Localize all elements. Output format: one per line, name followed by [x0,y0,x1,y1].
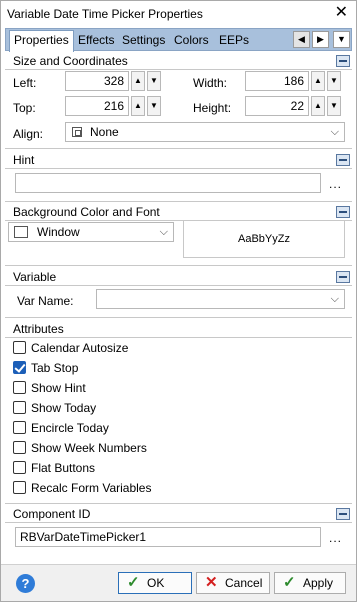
background-color-value: Window [37,225,80,239]
left-label: Left: [13,76,37,90]
divider [5,168,352,169]
divider [5,337,352,338]
top-spin-up-icon[interactable]: ▲ [131,96,145,116]
tab-settings[interactable]: Settings [118,31,169,51]
tab-menu-icon[interactable]: ▼ [333,31,350,48]
checkbox-label: Flat Buttons [31,461,96,475]
collapse-component-icon[interactable] [336,508,350,520]
cancel-x-icon: ✕ [205,574,218,591]
collapse-background-icon[interactable] [336,206,350,218]
checkbox-label: Show Week Numbers [31,441,147,455]
height-input[interactable]: 22 [245,96,309,116]
width-spin-up-icon[interactable]: ▲ [311,71,325,91]
checkbox[interactable] [13,341,26,354]
color-swatch [14,226,28,238]
width-label: Width: [193,76,228,90]
align-select[interactable]: None ⌵ [65,122,345,142]
divider [5,265,352,266]
align-label: Align: [13,127,44,141]
cancel-button-label: Cancel [225,576,263,590]
checkbox[interactable] [13,461,26,474]
align-value: None [90,125,119,139]
title-bar: Variable Date Time Picker Properties ✕ [1,1,356,27]
ok-button[interactable]: ✓ OK [118,572,192,594]
divider [5,522,352,523]
var-name-select[interactable]: ⌵ [96,289,345,309]
section-title-variable: Variable [13,270,57,284]
collapse-hint-icon[interactable] [336,154,350,166]
window-title: Variable Date Time Picker Properties [7,7,203,21]
checkbox-label: Tab Stop [31,361,79,375]
collapse-size-icon[interactable] [336,55,350,67]
divider [5,503,352,504]
font-preview[interactable]: AaBbYyZz [183,221,345,258]
cancel-button[interactable]: ✕ Cancel [196,572,270,594]
hint-browse-button[interactable]: ... [329,177,342,191]
close-icon[interactable]: ✕ [335,4,348,22]
hint-input[interactable] [15,173,321,193]
left-input[interactable]: 328 [65,71,129,91]
checkbox-checked[interactable] [13,361,26,374]
height-spin-down-icon[interactable]: ▼ [327,96,341,116]
section-title-size: Size and Coordinates [13,54,128,68]
checkmark-icon: ✓ [127,574,140,591]
tab-properties[interactable]: Properties [9,30,74,52]
checkbox[interactable] [13,381,26,394]
double-check-icon: ✓ [283,574,296,591]
divider [5,69,352,70]
tab-bar: Properties Effects Settings Colors EEPs … [5,28,352,52]
properties-dialog: Variable Date Time Picker Properties ✕ P… [0,0,357,602]
button-bar: ? ✓ OK ✕ Cancel ✓ Apply [1,564,356,601]
chevron-down-icon: ⌵ [159,226,168,238]
top-label: Top: [13,101,36,115]
divider [5,201,352,202]
ok-button-label: OK [147,576,165,590]
var-name-label: Var Name: [17,294,74,308]
tab-scroll-left-icon[interactable]: ◀ [293,31,310,48]
top-spin-down-icon[interactable]: ▼ [147,96,161,116]
component-browse-button[interactable]: ... [329,531,342,545]
height-spin-up-icon[interactable]: ▲ [311,96,325,116]
divider [5,148,352,149]
checkbox-label: Calendar Autosize [31,341,129,355]
section-title-hint: Hint [13,153,35,167]
tab-effects[interactable]: Effects [74,31,118,51]
component-id-input[interactable]: RBVarDateTimePicker1 [15,527,321,547]
apply-button[interactable]: ✓ Apply [274,572,346,594]
width-spin-down-icon[interactable]: ▼ [327,71,341,91]
divider [5,317,352,318]
section-title-background: Background Color and Font [13,205,160,219]
width-input[interactable]: 186 [245,71,309,91]
left-spin-down-icon[interactable]: ▼ [147,71,161,91]
checkbox[interactable] [13,481,26,494]
section-title-attributes: Attributes [13,322,64,336]
align-none-icon [72,127,82,137]
checkbox[interactable] [13,421,26,434]
collapse-variable-icon[interactable] [336,271,350,283]
height-label: Height: [193,101,232,115]
left-spin-up-icon[interactable]: ▲ [131,71,145,91]
checkbox-label: Recalc Form Variables [31,481,152,495]
divider [5,285,352,286]
checkbox[interactable] [13,441,26,454]
help-icon[interactable]: ? [16,574,35,593]
checkbox-label: Show Today [31,401,97,415]
apply-button-label: Apply [303,576,334,590]
checkbox-label: Encircle Today [31,421,109,435]
chevron-down-icon: ⌵ [330,293,339,305]
chevron-down-icon: ⌵ [330,126,339,138]
section-title-component-id: Component ID [13,507,91,521]
top-input[interactable]: 216 [65,96,129,116]
checkbox-label: Show Hint [31,381,86,395]
background-color-select[interactable]: Window ⌵ [8,222,174,242]
tab-colors[interactable]: Colors [170,31,213,51]
checkbox[interactable] [13,401,26,414]
tab-eeps[interactable]: EEPs [215,31,253,51]
tab-scroll-right-icon[interactable]: ▶ [312,31,329,48]
